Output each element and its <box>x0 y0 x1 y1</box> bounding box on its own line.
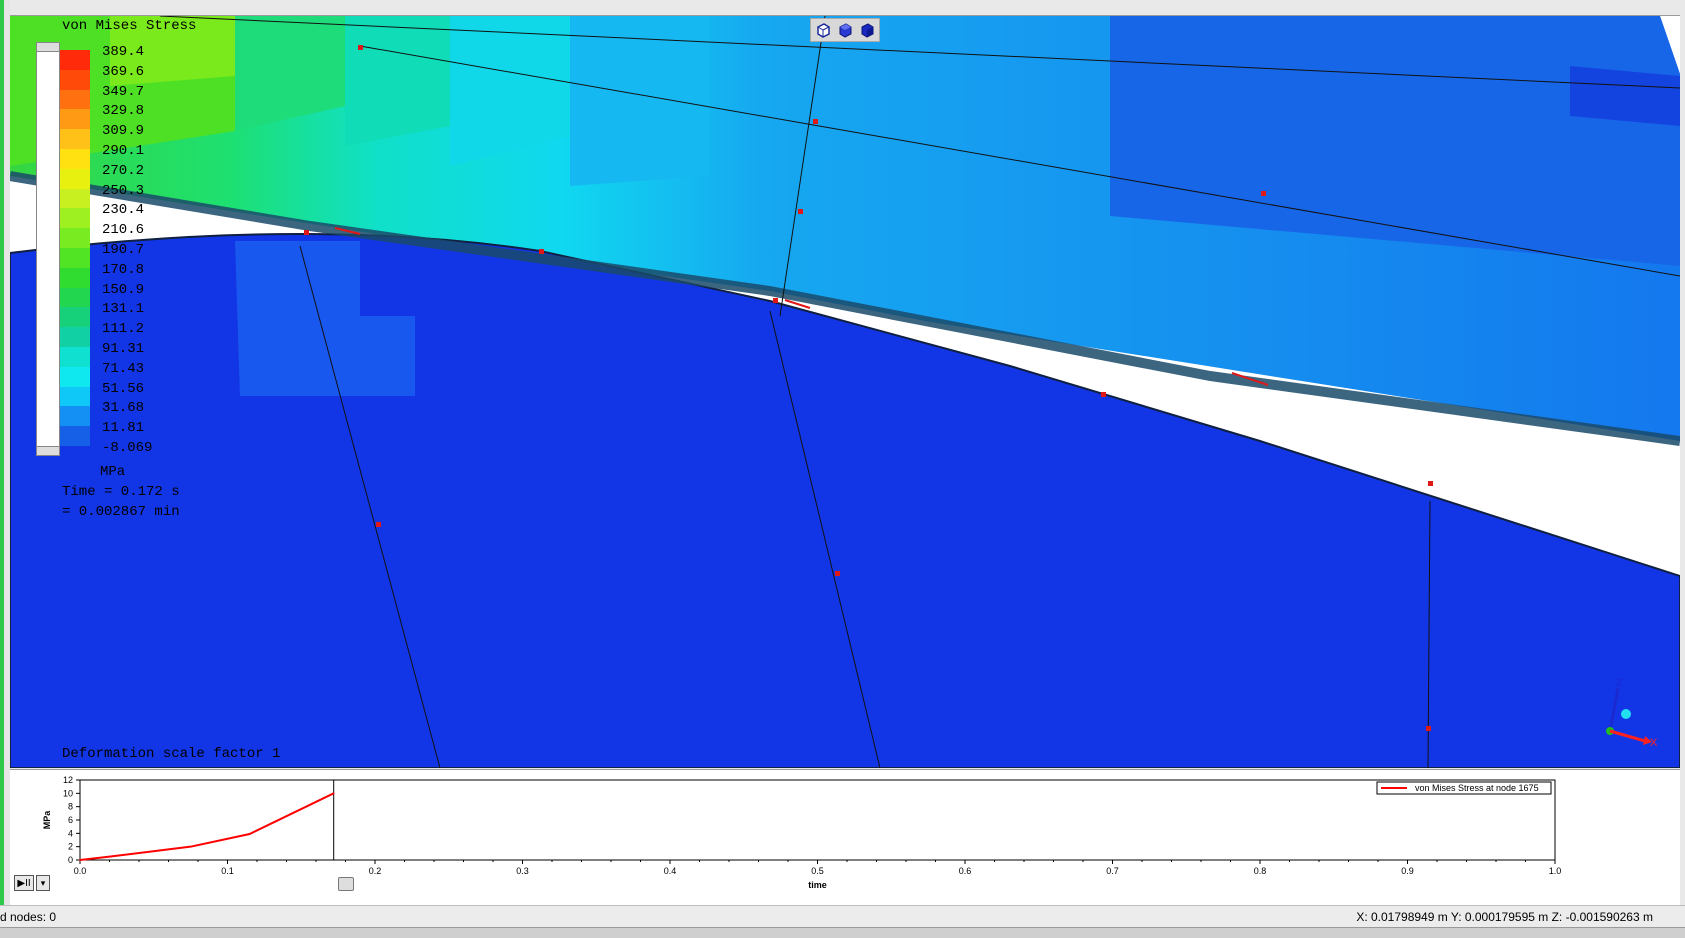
legend-swatch <box>60 129 90 150</box>
legend-swatch <box>60 426 90 447</box>
y-tick-label: 4 <box>68 828 73 838</box>
data-point <box>108 855 111 858</box>
left-accent-strip <box>0 0 4 905</box>
time-slider-thumb[interactable] <box>338 877 354 891</box>
x-tick-label: 0.2 <box>369 866 382 876</box>
x-axis-label: time <box>808 880 827 890</box>
legend-unit: MPa <box>100 464 126 480</box>
legend-scrollbar[interactable] <box>36 42 60 456</box>
axis-triad: Z X <box>1600 676 1680 761</box>
status-selected-nodes: d nodes: 0 <box>0 910 57 924</box>
front-view-icon[interactable] <box>835 20 855 40</box>
y-tick-label: 0 <box>68 855 73 865</box>
deformation-scale-label: Deformation scale factor 1 <box>62 746 281 762</box>
legend-level: 389.4 <box>102 44 145 60</box>
legend-level: 170.8 <box>102 261 145 278</box>
plot-area <box>79 779 1556 861</box>
solid-view-icon[interactable] <box>857 20 877 40</box>
taskbar <box>0 927 1685 938</box>
y-axis-label: MPa <box>42 810 52 830</box>
legend-level: -8.069 <box>102 440 153 456</box>
legend-swatch <box>60 89 90 110</box>
x-tick-label: 0.0 <box>74 866 87 876</box>
iso-view-icon[interactable] <box>813 20 833 40</box>
legend-swatch <box>60 228 90 249</box>
legend-swatch <box>60 109 90 130</box>
fe-model-render[interactable] <box>10 16 1680 768</box>
legend-level: 290.1 <box>102 143 145 159</box>
legend-swatch <box>60 386 90 407</box>
legend-swatch <box>60 69 90 90</box>
model-viewport[interactable]: von Mises Stress 389.4 369.6 349.7 329.8 309… <box>10 15 1680 768</box>
x-tick-label: 0.7 <box>1106 866 1119 876</box>
element-patch <box>345 16 450 146</box>
legend-swatch <box>60 347 90 367</box>
x-tick-label: 0.3 <box>516 866 529 876</box>
playback-menu-button[interactable]: ▾ <box>36 875 50 891</box>
data-point <box>332 792 335 795</box>
play-pause-button[interactable]: ▶II <box>14 875 34 891</box>
x-tick-label: 0.4 <box>664 866 677 876</box>
legend-level: 150.9 <box>102 281 145 298</box>
stress-history-chart[interactable]: 0.0 0.1 0.2 0.3 0.4 0.5 0.6 0.7 0.8 0.9 1.0 0 2 4 6 8 10… <box>10 770 1680 905</box>
time-minutes-readout: = 0.002867 min <box>62 504 180 520</box>
x-tick-label: 0.5 <box>811 866 824 876</box>
x-tick-label: 0.1 <box>221 866 234 876</box>
legend-swatch <box>60 406 90 427</box>
plot-legend-label: von Mises Stress at node 1675 <box>1415 783 1539 793</box>
legend-level: 329.8 <box>102 103 145 120</box>
legend-level: 131.1 <box>102 301 145 318</box>
status-coordinates: X: 0.01798949 m Y: 0.000179595 m Z: -0.0… <box>1356 910 1653 924</box>
legend-scroll-down[interactable] <box>37 446 59 455</box>
window-left-frame <box>0 0 10 937</box>
element-patch <box>1570 66 1680 126</box>
legend-level: 309.9 <box>102 123 145 140</box>
y-tick-label: 6 <box>68 815 73 825</box>
x-tick-label: 0.9 <box>1401 866 1414 876</box>
legend-swatch <box>60 50 90 70</box>
axis-triad-icon: Z X <box>1606 678 1658 749</box>
legend-level: 369.6 <box>102 63 145 80</box>
x-tick-label: 0.6 <box>959 866 972 876</box>
data-point <box>79 859 81 861</box>
legend-level: 190.7 <box>102 242 145 258</box>
data-point <box>248 833 251 835</box>
legend-swatch <box>60 188 90 209</box>
legend-swatch <box>60 267 90 288</box>
legend-level: 71.43 <box>102 360 145 377</box>
legend-level: 11.81 <box>102 420 145 437</box>
legend-swatch <box>60 287 90 308</box>
legend-level: 270.2 <box>102 162 145 179</box>
legend-swatch <box>60 168 90 189</box>
triad-x-label: X <box>1650 737 1658 749</box>
legend-swatch <box>60 307 90 328</box>
legend-level: 250.3 <box>102 182 145 199</box>
data-point <box>189 845 192 848</box>
legend-scroll-up[interactable] <box>37 43 59 52</box>
legend-title: von Mises Stress <box>62 18 197 34</box>
legend-level: 111.2 <box>102 321 145 338</box>
legend-swatch <box>60 208 90 229</box>
legend-level: 31.68 <box>102 400 145 417</box>
legend-swatch <box>60 248 90 268</box>
x-tick-label: 1.0 <box>1549 866 1562 876</box>
time-readout: Time = 0.172 s <box>62 484 180 500</box>
legend-swatch <box>60 149 90 169</box>
legend-swatch <box>60 327 90 348</box>
view-toolbar <box>810 18 880 42</box>
y-tick-label: 10 <box>63 788 73 798</box>
y-tick-label: 2 <box>68 842 73 852</box>
triad-z-label: Z <box>1616 678 1622 689</box>
legend-level: 51.56 <box>102 380 145 397</box>
legend-level: 230.4 <box>102 202 145 219</box>
status-bar: d nodes: 0 X: 0.01798949 m Y: 0.00017959… <box>0 905 1685 928</box>
y-tick-label: 8 <box>68 802 73 812</box>
legend-level: 91.31 <box>102 341 145 357</box>
history-plot-panel: 0.0 0.1 0.2 0.3 0.4 0.5 0.6 0.7 0.8 0.9 1.0 0 2 4 6 8 10… <box>10 769 1680 906</box>
y-tick-label: 12 <box>63 775 73 785</box>
legend-swatch <box>60 366 90 387</box>
x-tick-label: 0.8 <box>1254 866 1267 876</box>
legend-level: 349.7 <box>102 83 145 100</box>
legend-level: 210.6 <box>102 222 145 239</box>
